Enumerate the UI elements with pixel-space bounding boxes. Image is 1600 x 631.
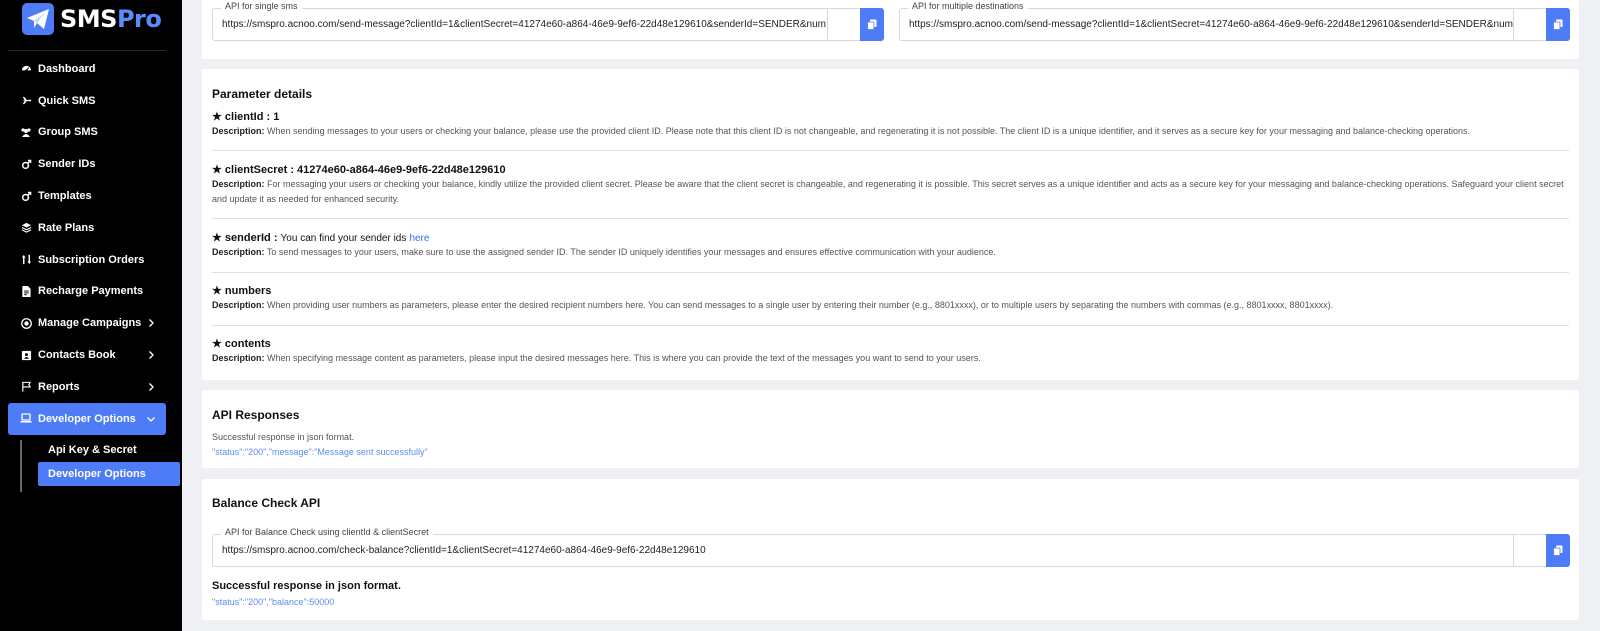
divider: [1513, 535, 1514, 566]
sort-icon: [20, 254, 32, 266]
param-name: ★ senderId : You can find your sender id…: [212, 232, 430, 244]
param-description: Description: When providing user numbers…: [212, 300, 1334, 310]
mars-icon: [20, 158, 32, 170]
sidebar-item-label: Quick SMS: [38, 94, 96, 107]
chevron-down-icon: [147, 416, 155, 422]
api-responses-card: API Responses Successful response in jso…: [202, 390, 1579, 468]
param-contents: ★ contents Description: When specifying …: [212, 337, 1569, 366]
sidebar-menu: Dashboard Quick SMS Group SMS Sender IDs…: [8, 53, 180, 492]
sender-ids-link[interactable]: here: [409, 233, 429, 244]
divider: [1513, 9, 1514, 40]
sidebar-item-label: Manage Campaigns: [38, 317, 142, 330]
sidebar-item-sender-ids[interactable]: Sender IDs: [8, 148, 166, 180]
divider: [212, 218, 1569, 219]
sidebar-subitem-label: Api Key & Secret: [48, 443, 137, 456]
section-title: API Responses: [212, 408, 300, 422]
param-name: ★ contents: [212, 338, 271, 350]
balance-check-card: Balance Check API API for Balance Check …: [202, 479, 1579, 620]
laptop-icon: [20, 413, 32, 425]
copy-icon: [1553, 545, 1563, 556]
developer-submenu: Api Key & Secret Developer Options: [20, 438, 180, 492]
plane-icon: [20, 95, 32, 107]
multiple-destinations-api-field: API for multiple destinations https://sm…: [899, 0, 1570, 41]
chevron-right-icon: [149, 319, 154, 328]
users-icon: [20, 126, 32, 138]
param-description: Description: To send messages to your us…: [212, 247, 996, 257]
brand[interactable]: SMSPro: [22, 3, 162, 35]
mars-icon: [20, 190, 32, 202]
copy-icon: [867, 19, 877, 30]
sidebar-item-rate-plans[interactable]: Rate Plans: [8, 212, 166, 244]
section-title: Balance Check API: [212, 496, 321, 510]
multiple-destinations-api-input[interactable]: https://smspro.acnoo.com/send-message?cl…: [909, 9, 1513, 40]
sidebar-item-templates[interactable]: Templates: [8, 180, 166, 212]
sidebar-item-manage-campaigns[interactable]: Manage Campaigns: [8, 307, 166, 339]
logo-icon: [22, 3, 54, 35]
sidebar-item-quick-sms[interactable]: Quick SMS: [8, 85, 166, 117]
sidebar-item-label: Contacts Book: [38, 349, 116, 362]
dashboard-icon: [20, 63, 32, 75]
sidebar-item-label: Recharge Payments: [38, 285, 144, 298]
sidebar: SMSPro Dashboard Quick SMS Group SMS Sen…: [0, 0, 182, 631]
sidebar-item-label: Subscription Orders: [38, 253, 145, 266]
param-name: ★ numbers: [212, 285, 272, 297]
sidebar-item-developer-options[interactable]: Developer Options: [8, 402, 166, 435]
sidebar-subitem-label: Developer Options: [48, 467, 146, 480]
parameter-details-card: Parameter details ★ clientId : 1 Descrip…: [202, 69, 1579, 380]
balance-response-caption: Successful response in json format.: [212, 580, 401, 592]
copy-button[interactable]: [1546, 534, 1570, 567]
copy-icon: [1553, 19, 1563, 30]
response-json: "status":"200","message":"Message sent s…: [212, 447, 428, 457]
sidebar-item-reports[interactable]: Reports: [8, 371, 166, 403]
sidebar-subitem-api-key-secret[interactable]: Api Key & Secret: [38, 438, 166, 462]
divider: [212, 272, 1569, 273]
api-urls-card: API for single sms https://smspro.acnoo.…: [202, 0, 1579, 59]
param-numbers: ★ numbers Description: When providing us…: [212, 284, 1569, 313]
sidebar-item-label: Group SMS: [38, 126, 98, 139]
param-description: Description: When specifying message con…: [212, 353, 981, 363]
balance-check-api-input[interactable]: https://smspro.acnoo.com/check-balance?c…: [222, 535, 1482, 566]
address-book-icon: [20, 349, 32, 361]
sidebar-item-label: Sender IDs: [38, 158, 96, 171]
copy-button[interactable]: [1546, 8, 1570, 41]
sidebar-item-dashboard[interactable]: Dashboard: [8, 53, 166, 85]
copy-button[interactable]: [860, 8, 884, 41]
sidebar-item-subscription-orders[interactable]: Subscription Orders: [8, 244, 166, 276]
param-client-id: ★ clientId : 1 Description: When sending…: [212, 110, 1569, 139]
param-description: Description: For messaging your users or…: [212, 179, 1564, 204]
bullseye-icon: [20, 317, 32, 329]
sidebar-item-group-sms[interactable]: Group SMS: [8, 117, 166, 149]
param-client-secret: ★ clientSecret : 41274e60-a864-46e9-9ef6…: [212, 163, 1569, 207]
divider: [212, 325, 1569, 326]
chevron-right-icon: [149, 382, 154, 391]
sidebar-item-label: Developer Options: [38, 412, 136, 425]
divider: [8, 50, 166, 51]
flag-icon: [20, 381, 32, 393]
section-title: Parameter details: [212, 87, 313, 101]
sidebar-item-recharge-payments[interactable]: Recharge Payments: [8, 276, 166, 308]
brand-name: SMSPro: [60, 5, 162, 33]
chevron-right-icon: [149, 351, 154, 360]
response-caption: Successful response in json format.: [212, 432, 355, 442]
sidebar-item-label: Templates: [38, 190, 92, 203]
single-sms-api-field: API for single sms https://smspro.acnoo.…: [212, 0, 884, 41]
file-invoice-icon: [20, 285, 32, 297]
submenu-line: [20, 439, 22, 492]
sidebar-subitem-developer-options[interactable]: Developer Options: [38, 461, 180, 486]
param-name: ★ clientId : 1: [212, 111, 280, 123]
balance-check-api-field: API for Balance Check using clientId & c…: [212, 526, 1570, 567]
layers-icon: [20, 222, 32, 234]
param-sender-id: ★ senderId : You can find your sender id…: [212, 231, 1569, 260]
sidebar-item-contacts-book[interactable]: Contacts Book: [8, 339, 166, 371]
sidebar-item-label: Rate Plans: [38, 221, 95, 234]
sidebar-item-label: Dashboard: [38, 62, 96, 75]
param-description: Description: When sending messages to yo…: [212, 126, 1471, 136]
param-name: ★ clientSecret : 41274e60-a864-46e9-9ef6…: [212, 164, 506, 176]
divider: [212, 150, 1569, 151]
sidebar-item-label: Reports: [38, 380, 80, 393]
divider: [827, 9, 828, 40]
balance-response-json: "status":"200","balance":50000: [212, 597, 335, 607]
single-sms-api-input[interactable]: https://smspro.acnoo.com/send-message?cl…: [222, 9, 826, 40]
